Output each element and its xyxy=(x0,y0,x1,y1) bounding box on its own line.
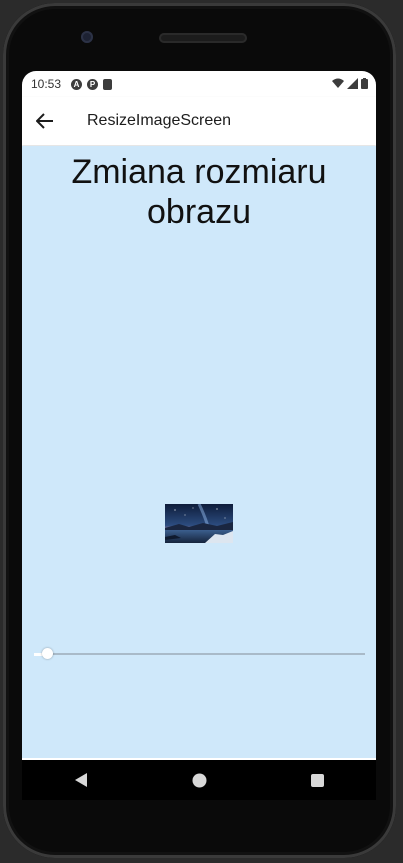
content-area: Zmiana rozmiaru obrazu xyxy=(22,146,376,758)
size-slider[interactable] xyxy=(34,644,365,664)
sd-card-icon xyxy=(103,78,113,90)
screen: 10:53 A P ResizeImageScreen Zmiana rozmi… xyxy=(22,71,376,761)
earpiece-speaker xyxy=(159,33,247,43)
phone-frame: 10:53 A P ResizeImageScreen Zmiana rozmi… xyxy=(3,3,396,858)
a-icon: A xyxy=(71,78,83,90)
night-sky-lake-image xyxy=(165,504,233,543)
status-time: 10:53 xyxy=(31,77,62,91)
signal-icon xyxy=(347,78,358,89)
status-bar: 10:53 A P xyxy=(22,71,376,97)
nav-home-button[interactable] xyxy=(179,760,219,800)
wifi-icon xyxy=(332,78,344,88)
nav-back-button[interactable] xyxy=(61,760,101,800)
back-triangle-icon xyxy=(75,773,87,787)
arrow-back-icon xyxy=(36,113,53,129)
app-bar: ResizeImageScreen xyxy=(22,97,376,145)
slider-track[interactable] xyxy=(34,653,365,655)
home-circle-icon xyxy=(192,773,206,787)
front-camera xyxy=(81,31,93,43)
p-icon: P xyxy=(87,78,99,90)
battery-icon xyxy=(361,78,368,89)
back-button[interactable] xyxy=(23,99,67,143)
status-system-icons xyxy=(332,78,368,89)
nav-recents-button[interactable] xyxy=(297,760,337,800)
status-notification-icons: A P xyxy=(71,78,113,90)
system-navigation-bar xyxy=(22,760,376,800)
resizable-image xyxy=(165,504,233,543)
page-title: Zmiana rozmiaru obrazu xyxy=(71,153,327,231)
recents-square-icon xyxy=(310,773,324,787)
slider-thumb[interactable] xyxy=(42,648,53,659)
app-bar-title: ResizeImageScreen xyxy=(87,112,232,129)
